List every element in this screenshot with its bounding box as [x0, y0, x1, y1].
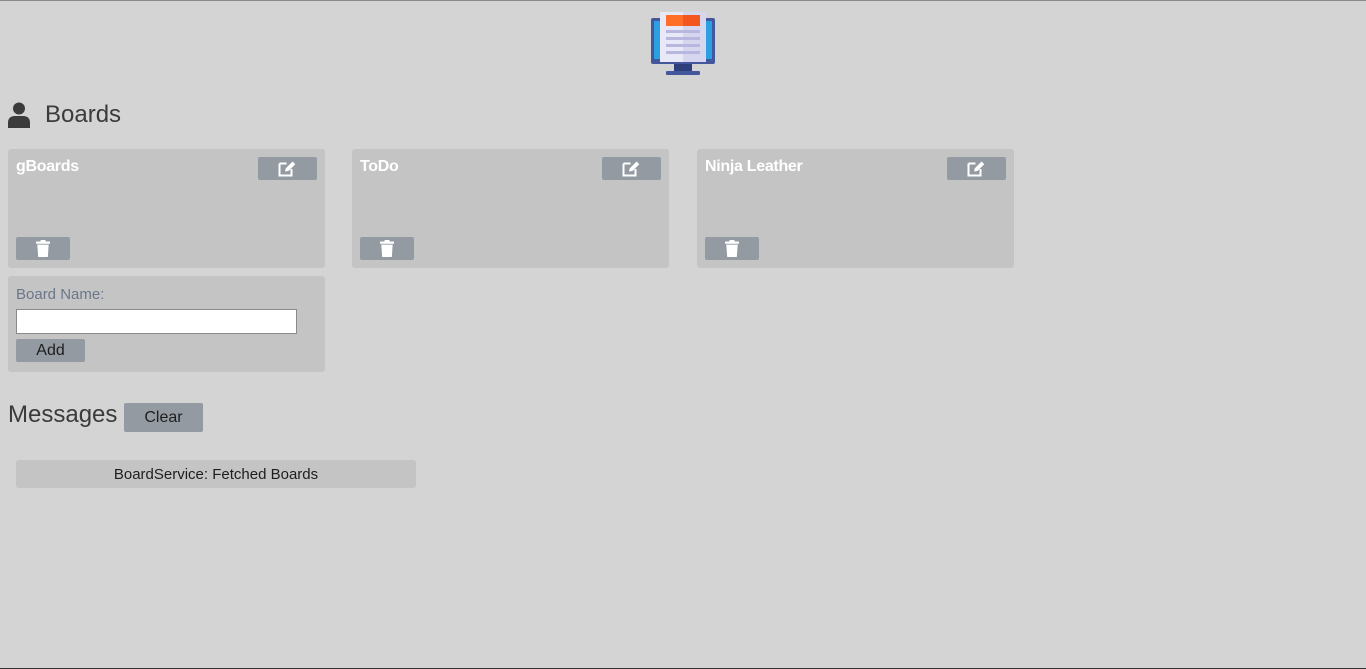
add-board-button[interactable]: Add [16, 339, 85, 362]
board-card-gboards[interactable]: gBoards [8, 149, 325, 268]
add-board-form: Board Name: Add [8, 276, 325, 372]
edit-board-button[interactable] [602, 157, 661, 180]
edit-icon [622, 161, 640, 177]
message-item: BoardService: Fetched Boards [16, 460, 416, 488]
board-name-input[interactable] [16, 309, 297, 334]
boards-title: Boards [45, 101, 122, 128]
board-name: gBoards [16, 158, 79, 175]
trash-icon [725, 240, 739, 257]
edit-board-button[interactable] [258, 157, 317, 180]
board-name: ToDo [360, 158, 399, 175]
board-card-todo[interactable]: ToDo [352, 149, 669, 268]
delete-board-button[interactable] [360, 237, 414, 260]
app-logo [650, 10, 716, 76]
user-icon [8, 102, 30, 128]
board-name-label: Board Name: [16, 286, 105, 303]
board-card-ninja-leather[interactable]: Ninja Leather [697, 149, 1014, 268]
monitor-document-icon [651, 12, 715, 75]
trash-icon [380, 240, 394, 257]
messages-title: Messages [8, 401, 118, 428]
trash-icon [36, 240, 50, 257]
edit-icon [967, 161, 985, 177]
delete-board-button[interactable] [16, 237, 70, 260]
board-name: Ninja Leather [705, 158, 803, 175]
edit-board-button[interactable] [947, 157, 1006, 180]
clear-messages-button[interactable]: Clear [124, 403, 203, 432]
edit-icon [278, 161, 296, 177]
boards-header: Boards [8, 99, 121, 131]
delete-board-button[interactable] [705, 237, 759, 260]
